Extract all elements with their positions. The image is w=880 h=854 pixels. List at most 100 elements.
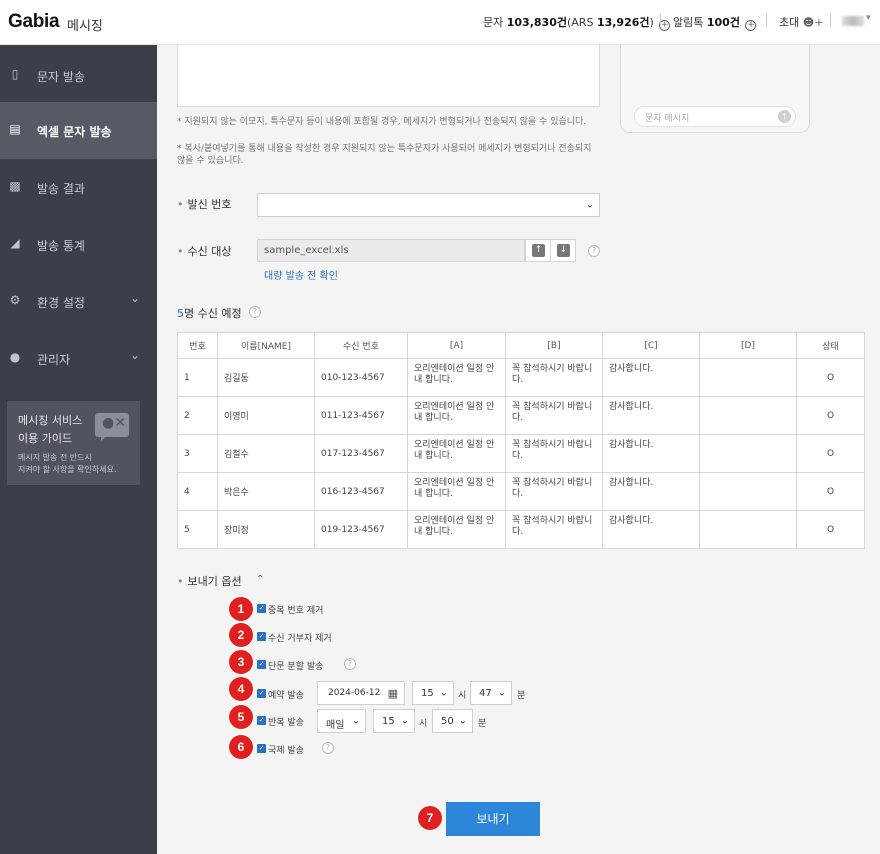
reserve-send-label: 예약 발송 — [268, 691, 304, 701]
user-account-menu[interactable] — [842, 16, 864, 26]
header-divider — [830, 14, 831, 26]
chevron-down-icon: ⌄ — [458, 715, 467, 727]
step-badge: 2 — [229, 623, 253, 647]
help-icon[interactable]: ? — [344, 658, 356, 670]
header-divider — [766, 14, 767, 26]
download-sample-button[interactable]: ↓ — [550, 239, 576, 262]
logo[interactable]: Gabia — [8, 11, 60, 33]
area-chart-icon: ◢ — [10, 236, 20, 250]
international-send-label: 국제 발송 — [268, 746, 304, 756]
step-badge: 7 — [418, 806, 442, 830]
paste-warning-note: * 복사/붙여넣기를 통해 내용을 작성한 경우 지원되지 않는 특수문자가 사… — [177, 144, 592, 166]
column-header: [C] — [602, 332, 700, 359]
repeat-hour-select[interactable]: 15 ⌄ — [373, 709, 415, 733]
chevron-down-icon: ⌄ — [130, 348, 141, 362]
sender-number-label: • 발신 번호 — [177, 198, 232, 211]
emoji-warning-note: * 지원되지 않는 이모지, 특수문자 등이 내용에 포함될 경우, 메세지가 … — [177, 117, 587, 127]
alimtalk-balance: 알림톡 100건 + — [673, 16, 757, 31]
sms-count: 103,830건 — [506, 16, 567, 29]
upload-icon: ↑ — [532, 244, 545, 257]
recipient-label: • 수신 대상 — [177, 245, 232, 258]
chevron-down-icon: ⌄ — [400, 715, 409, 727]
calendar-icon[interactable]: ▦ — [388, 687, 398, 700]
table-row: 2 이영미 011-123-4567 오리엔테이션 일정 안내 합니다. 꼭 참… — [177, 396, 865, 435]
message-textarea[interactable] — [177, 45, 600, 107]
user-circle-icon: ● — [9, 350, 21, 364]
repeat-send-checkbox[interactable]: ✓ — [257, 716, 266, 725]
sender-number-select[interactable]: ⌄ — [257, 193, 600, 217]
international-send-checkbox[interactable]: ✓ — [257, 744, 266, 753]
chevron-down-icon: ⌄ — [439, 687, 448, 699]
send-arrow-icon: ↑ — [778, 110, 791, 123]
sidebar-item-send-stats[interactable]: ◢ 발송 통계 — [0, 216, 157, 273]
ars-count: 13,926건 — [596, 16, 650, 29]
invite-button[interactable]: 초대 ☻+ — [779, 14, 823, 30]
repeat-send-label: 반복 발송 — [268, 718, 304, 728]
help-icon[interactable]: ? — [588, 245, 600, 257]
column-header: [B] — [505, 332, 603, 359]
logo-subtitle: 메시징 — [67, 19, 103, 34]
sidebar-item-settings[interactable]: ⚙ 환경 설정 ⌄ — [0, 273, 157, 330]
repeat-period-select[interactable]: 매일 ⌄ — [317, 709, 366, 733]
column-header: [D] — [699, 332, 797, 359]
sidebar-item-send-result[interactable]: ▩ 발송 결과 — [0, 159, 157, 216]
chevron-down-icon[interactable]: ▾ — [866, 13, 871, 23]
table-row: 1 김길동 010-123-4567 오리엔테이션 일정 안내 합니다. 꼭 참… — [177, 358, 865, 397]
minute-unit: 분 — [478, 719, 487, 729]
sidebar-item-admin[interactable]: ● 관리자 ⌄ — [0, 330, 157, 387]
sidebar-item-excel-send[interactable]: ▤ 엑셀 문자 발송 — [0, 102, 157, 159]
step-badge: 6 — [229, 735, 253, 759]
recipient-count: 5명 수신 예정 — [177, 307, 242, 320]
recipient-table: 번호 이름[NAME] 수신 번호 [A] [B] [C] [D] 상태 1 김… — [177, 332, 865, 549]
excel-file-icon: ▤ — [9, 122, 21, 136]
phone-preview: 문자 메시지 ↑ — [620, 45, 810, 133]
exclude-rejectors-label: 수신 거부자 제거 — [268, 634, 332, 644]
chevron-down-icon: ⌄ — [351, 715, 360, 727]
chevron-up-icon[interactable]: ⌃ — [256, 574, 264, 585]
table-row: 4 박은수 016-123-4567 오리엔테이션 일정 안내 합니다. 꼭 참… — [177, 472, 865, 511]
dedupe-checkbox[interactable]: ✓ — [257, 604, 266, 613]
chevron-down-icon: ⌄ — [497, 687, 506, 699]
help-icon[interactable]: ? — [249, 306, 261, 318]
split-sms-checkbox[interactable]: ✓ — [257, 660, 266, 669]
step-badge: 5 — [229, 705, 253, 729]
upload-file-button[interactable]: ↑ — [525, 239, 551, 262]
sidebar-item-send-sms[interactable]: ▯ 문자 발송 — [0, 47, 157, 104]
preview-message-bubble: 문자 메시지 ↑ — [634, 106, 796, 127]
add-alimtalk-icon[interactable]: + — [745, 20, 757, 31]
table-row: 5 장미정 019-123-4567 오리엔테이션 일정 안내 합니다. 꼭 참… — [177, 510, 865, 549]
folder-download-icon: ↓ — [557, 244, 570, 257]
speech-bubble-icon: ●✕ — [95, 413, 129, 441]
send-button[interactable]: 보내기 — [446, 802, 540, 836]
table-row: 3 김철수 017-123-4567 오리엔테이션 일정 안내 합니다. 꼭 참… — [177, 434, 865, 473]
step-badge: 3 — [229, 650, 253, 674]
reserve-send-checkbox[interactable]: ✓ — [257, 689, 266, 698]
chevron-down-icon: ⌄ — [130, 291, 141, 305]
column-header: 번호 — [177, 332, 218, 359]
sms-balance: 문자 103,830건(ARS 13,926건) + — [483, 16, 671, 31]
sidebar: ▯ 문자 발송 ▤ 엑셀 문자 발송 ▩ 발송 결과 ◢ 발송 통계 ⚙ 환경 … — [0, 45, 157, 854]
step-badge: 4 — [229, 677, 253, 701]
messaging-guide-banner[interactable]: 메시징 서비스 이용 가이드 메시지 발송 전 반드시 지켜야 할 사항을 확인… — [7, 401, 140, 485]
minute-unit: 분 — [517, 691, 526, 701]
hour-unit: 시 — [458, 691, 467, 701]
bulk-send-check-link[interactable]: 대량 발송 전 확인 — [264, 267, 338, 282]
step-badge: 1 — [229, 597, 253, 621]
gear-icon: ⚙ — [9, 293, 21, 307]
send-options-toggle[interactable]: • 보내기 옵션 — [177, 573, 242, 589]
hour-unit: 시 — [419, 719, 428, 729]
reserve-minute-select[interactable]: 47 ⌄ — [470, 681, 512, 705]
exclude-rejectors-checkbox[interactable]: ✓ — [257, 632, 266, 641]
excel-file-input[interactable]: sample_excel.xls — [257, 239, 525, 262]
column-header: 수신 번호 — [314, 332, 408, 359]
header-divider — [660, 14, 661, 26]
mobile-icon: ▯ — [11, 67, 19, 81]
column-header: 이름[NAME] — [217, 332, 315, 359]
reserve-hour-select[interactable]: 15 ⌄ — [412, 681, 454, 705]
repeat-minute-select[interactable]: 50 ⌄ — [432, 709, 473, 733]
help-icon[interactable]: ? — [322, 742, 334, 754]
reserve-date-input[interactable]: 2024-06-12 ▦ — [317, 681, 405, 705]
inbox-icon: ▩ — [9, 179, 21, 193]
column-header: 상태 — [796, 332, 865, 359]
top-header: Gabia 메시징 문자 103,830건(ARS 13,926건) + 알림톡… — [0, 0, 880, 45]
